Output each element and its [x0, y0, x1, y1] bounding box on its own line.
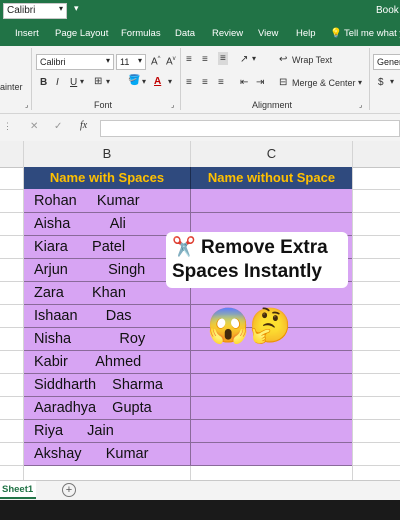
column-header-c[interactable]: C [191, 141, 352, 168]
increase-indent-icon[interactable]: ⇥ [256, 77, 264, 88]
caption-line-2: Spaces Instantly [172, 261, 322, 282]
caption-text-1: Remove Extra [200, 237, 328, 258]
align-left-icon[interactable]: ≡ [186, 77, 192, 88]
header-cell-name-without-space[interactable]: Name without Space [191, 167, 352, 189]
chevron-down-icon[interactable]: ▾ [168, 77, 172, 86]
tab-page-layout[interactable]: Page Layout [55, 28, 108, 39]
insert-function-button[interactable]: fx [80, 120, 87, 131]
wrap-text-button[interactable]: Wrap Text [292, 55, 332, 65]
currency-button[interactable]: $ [378, 77, 384, 88]
chevron-down-icon: ▾ [105, 56, 110, 65]
chevron-down-icon[interactable]: ▾ [142, 77, 146, 86]
merge-icon[interactable]: ⊟ [279, 77, 287, 88]
table-cell-name[interactable]: Rohan Kumar [34, 190, 194, 213]
name-box-grip-icon: ⋮ [3, 121, 12, 131]
decrease-font-icon[interactable]: Av [166, 56, 176, 67]
ribbon: ainter ⌟ Calibri ▾ 11 ▾ A^ Av B I U ▾ ⊞ … [0, 46, 400, 114]
header-cell-name-with-spaces[interactable]: Name with Spaces [24, 167, 191, 189]
font-size-value: 11 [120, 57, 130, 67]
chevron-down-icon[interactable]: ▾ [252, 54, 256, 63]
tab-view[interactable]: View [258, 28, 278, 39]
sheet-tab-bar: Sheet1 + [0, 480, 400, 500]
tab-formulas[interactable]: Formulas [121, 28, 161, 39]
bottom-strip [0, 500, 400, 520]
quick-font-value: Calibri [7, 5, 36, 16]
font-color-icon[interactable]: A [154, 76, 161, 87]
chevron-down-icon[interactable]: ▾ [358, 78, 362, 87]
borders-icon[interactable]: ⊞ [94, 76, 102, 87]
sheet-tab-sheet1[interactable]: Sheet1 [0, 481, 36, 499]
font-group-label: Font [94, 100, 113, 110]
decrease-indent-icon[interactable]: ⇤ [240, 77, 248, 88]
tab-review[interactable]: Review [212, 28, 243, 39]
clipboard-launcher-icon[interactable]: ⌟ [25, 101, 28, 109]
spreadsheet-grid: B C Name with Spaces Name without Space … [0, 141, 400, 480]
table-cell-name[interactable]: Aaradhya Gupta [34, 397, 194, 420]
title-bar: Calibri ▾ ▾ Book [0, 0, 400, 22]
gridline [352, 141, 353, 480]
number-format-value: Genera [377, 57, 400, 67]
font-launcher-icon[interactable]: ⌟ [171, 101, 174, 109]
font-name-field[interactable]: Calibri ▾ [36, 54, 114, 70]
formula-bar: ⋮ ✕ ✓ fx [0, 116, 400, 140]
increase-font-icon[interactable]: A^ [151, 56, 161, 67]
table-header-row: Name with Spaces Name without Space [24, 167, 352, 189]
tab-data[interactable]: Data [175, 28, 195, 39]
formula-input[interactable] [100, 120, 400, 137]
shocked-thinking-emoji-icon: 😱🤔 [207, 307, 292, 345]
caption-overlay: ✂️ Remove Extra Spaces Instantly [166, 232, 348, 288]
align-center-icon[interactable]: ≡ [202, 77, 208, 88]
tab-insert[interactable]: Insert [15, 28, 39, 39]
underline-button[interactable]: U [70, 77, 77, 88]
ribbon-tabs: Insert Page Layout Formulas Data Review … [0, 22, 400, 46]
italic-button[interactable]: I [56, 77, 59, 88]
table-cell-name[interactable]: Siddharth Sharma [34, 374, 194, 397]
cancel-icon[interactable]: ✕ [30, 121, 38, 132]
align-right-icon[interactable]: ≡ [218, 77, 224, 88]
chevron-down-icon: ▾ [58, 4, 63, 13]
number-format-field[interactable]: Genera [373, 54, 400, 70]
table-cell-name[interactable]: Kabir Ahmed [34, 351, 194, 374]
caption-line-1: ✂️ Remove Extra [172, 235, 328, 259]
chevron-down-icon[interactable]: ▾ [390, 77, 394, 86]
bold-button[interactable]: B [40, 77, 47, 88]
add-sheet-button[interactable]: + [62, 483, 76, 497]
enter-icon[interactable]: ✓ [54, 121, 62, 132]
fill-color-icon[interactable]: 🪣 [128, 75, 140, 86]
tab-tell-me[interactable]: Tell me what y [344, 28, 400, 39]
chevron-down-icon: ▾ [137, 56, 142, 65]
qat-customize-icon[interactable]: ▾ [74, 3, 79, 14]
table-cell-name[interactable]: Riya Jain [34, 420, 194, 443]
orientation-icon[interactable]: ↗ [240, 54, 248, 65]
wrap-text-icon[interactable]: ↩ [279, 54, 287, 65]
table-cell-name[interactable]: Ishaan Das [34, 305, 194, 328]
align-top-icon[interactable]: ≡ [186, 54, 192, 65]
column-header-b[interactable]: B [24, 141, 190, 168]
alignment-group-label: Alignment [252, 100, 293, 110]
table-cell-name[interactable]: Nisha Roy [34, 328, 194, 351]
chevron-down-icon[interactable]: ▾ [106, 77, 110, 86]
align-bottom-icon[interactable]: ≡ [218, 52, 228, 65]
divider [180, 48, 181, 110]
workbook-title: Book [376, 5, 399, 16]
tell-me-icon: 💡 [330, 28, 342, 39]
align-middle-icon[interactable]: ≡ [202, 54, 208, 65]
chevron-down-icon[interactable]: ▾ [80, 77, 84, 86]
divider [31, 48, 32, 110]
quick-font-dropdown[interactable]: Calibri ▾ [3, 3, 67, 19]
font-name-value: Calibri [40, 57, 66, 67]
merge-center-button[interactable]: Merge & Center [292, 78, 356, 88]
font-size-field[interactable]: 11 ▾ [116, 54, 146, 70]
divider [369, 48, 370, 110]
table-cell-name[interactable]: Akshay Kumar [34, 443, 194, 466]
format-painter-label[interactable]: ainter [0, 82, 23, 92]
tab-help[interactable]: Help [296, 28, 316, 39]
alignment-launcher-icon[interactable]: ⌟ [359, 101, 362, 109]
scissors-icon: ✂️ [172, 237, 196, 258]
